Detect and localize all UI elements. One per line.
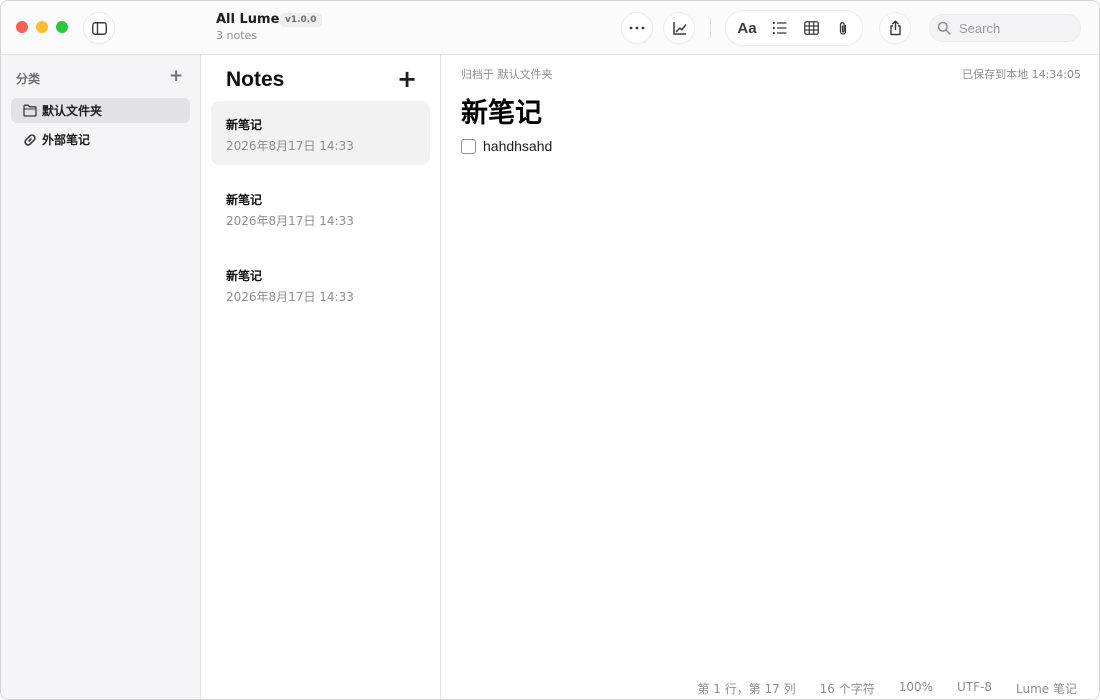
todo-text[interactable]: hahdhsahd [483, 138, 552, 154]
status-bar: 第 1 行，第 17 列 16 个字符 100% UTF-8 Lume 笔记 [697, 680, 1077, 697]
app-title: All Lume [216, 12, 280, 27]
search-box[interactable] [929, 14, 1081, 42]
note-list-item[interactable]: 新笔记 2026年8月17日 14:33 [211, 176, 430, 240]
note-item-title: 新笔记 [226, 269, 263, 283]
share-button[interactable] [880, 13, 910, 43]
maximize-window-button[interactable] [56, 21, 68, 33]
todo-checkbox[interactable] [461, 138, 476, 154]
app-window: All Lume v1.0.0 3 notes Aa Search 分类 + 默… [0, 0, 1100, 700]
note-item-title: 新笔记 [226, 118, 263, 132]
cursor-position: 第 1 行，第 17 列 [697, 682, 796, 696]
more-options-button[interactable] [622, 13, 652, 43]
note-title[interactable]: 新笔记 [461, 91, 542, 130]
note-count: 3 notes [216, 29, 258, 42]
attachment-button[interactable] [827, 11, 859, 45]
sidebar: 分类 + 默认文件夹 外部笔记 [1, 55, 201, 699]
note-item-title: 新笔记 [226, 193, 263, 207]
sidebar-toggle-button[interactable] [84, 13, 114, 43]
encoding[interactable]: UTF-8 [957, 680, 992, 697]
note-list-item[interactable]: 新笔记 2026年8月17日 14:33 [211, 252, 430, 316]
table-button[interactable] [795, 11, 827, 45]
minimize-window-button[interactable] [36, 21, 48, 33]
search-input[interactable] [959, 14, 1077, 42]
titlebar: All Lume v1.0.0 3 notes Aa [1, 1, 1099, 55]
paperclip-icon [839, 21, 847, 35]
breadcrumb[interactable]: 归档于 默认文件夹 [461, 66, 553, 82]
folder-icon [23, 104, 37, 118]
list-icon [772, 21, 786, 35]
sidebar-toggle-icon [91, 21, 107, 35]
table-icon [803, 21, 819, 35]
note-item-date: 2026年8月17日 14:33 [226, 290, 354, 304]
search-icon [937, 21, 951, 35]
checklist-button[interactable] [763, 11, 795, 45]
ellipsis-icon [629, 26, 645, 30]
add-category-button[interactable]: + [169, 68, 183, 85]
editor-pane[interactable]: 归档于 默认文件夹 已保存到本地 14:34:05 新笔记 hahdhsahd … [441, 55, 1099, 699]
notes-list-panel: Notes + 新笔记 2026年8月17日 14:33 新笔记 2026年8月… [201, 55, 441, 699]
notes-heading: Notes [226, 68, 285, 91]
sidebar-item-default-folder[interactable]: 默认文件夹 [11, 98, 190, 123]
close-window-button[interactable] [16, 21, 28, 33]
text-format-button[interactable]: Aa [731, 11, 763, 45]
compose-chart-icon [672, 21, 686, 35]
sidebar-item-label: 外部笔记 [42, 133, 91, 147]
note-item-date: 2026年8月17日 14:33 [226, 139, 354, 153]
link-icon [23, 133, 37, 147]
toolbar-divider [710, 18, 711, 38]
sidebar-item-label: 默认文件夹 [42, 104, 103, 118]
save-status: 已保存到本地 14:34:05 [962, 68, 1081, 81]
character-count: 16 个字符 [819, 682, 875, 696]
note-list-item[interactable]: 新笔记 2026年8月17日 14:33 [211, 101, 430, 165]
note-item-date: 2026年8月17日 14:33 [226, 214, 354, 228]
share-icon [889, 20, 901, 36]
format-toolbar: Aa [726, 11, 862, 45]
new-note-button[interactable]: + [397, 67, 417, 91]
app-name: Lume 笔记 [1016, 682, 1077, 696]
version-badge: v1.0.0 [280, 13, 322, 27]
todo-item: hahdhsahd [461, 138, 552, 154]
edit-note-button[interactable] [664, 13, 694, 43]
sidebar-heading: 分类 [16, 72, 41, 86]
sidebar-item-external-notes[interactable]: 外部笔记 [11, 127, 190, 152]
zoom-level[interactable]: 100% [899, 680, 933, 697]
